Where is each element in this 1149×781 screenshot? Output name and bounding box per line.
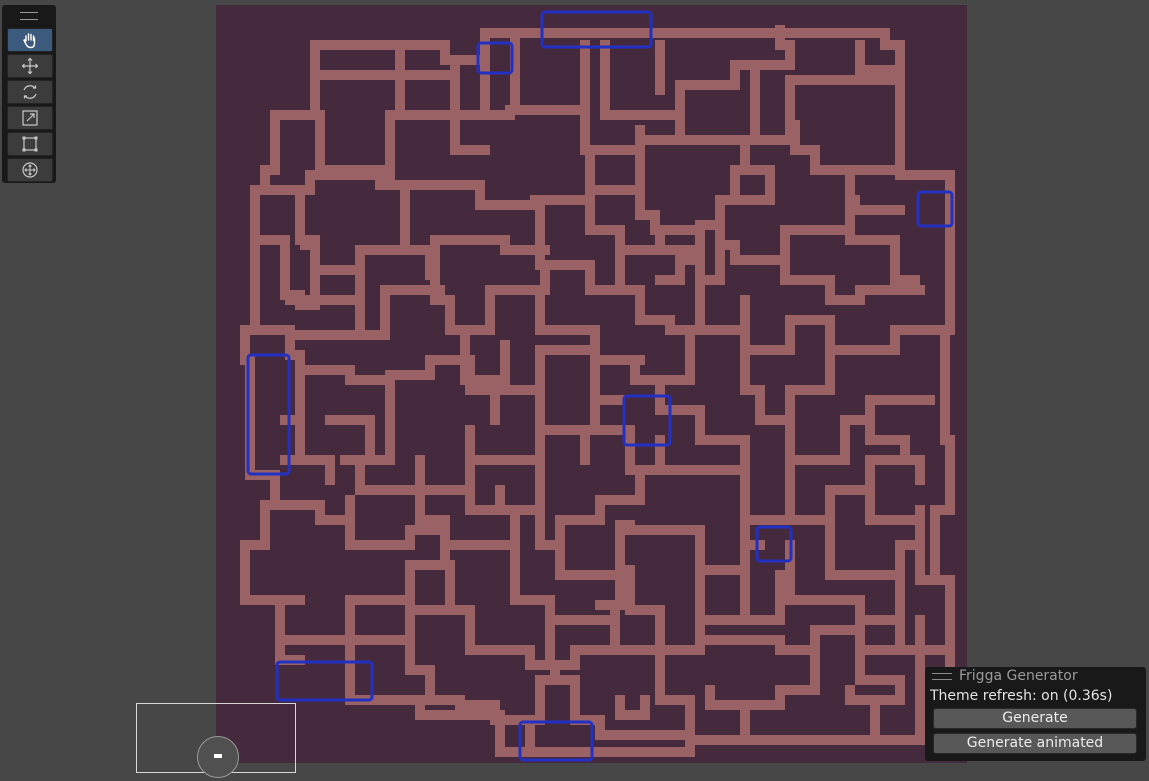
- move-arrows-icon: [21, 57, 39, 75]
- transform-gizmo-icon: [22, 162, 38, 178]
- rect-transform-icon: [22, 136, 38, 152]
- scene-view-map[interactable]: [216, 5, 967, 763]
- hand-tool-button[interactable]: [7, 28, 53, 52]
- move-tool-button[interactable]: [7, 54, 53, 78]
- rotate-tool-button[interactable]: [7, 80, 53, 104]
- camera-icon: [214, 754, 222, 758]
- scale-tool-button[interactable]: [7, 106, 53, 130]
- generate-animated-button[interactable]: Generate animated: [933, 733, 1137, 754]
- tool-palette: [2, 5, 56, 183]
- overlay-drag-handle-icon[interactable]: [932, 673, 952, 680]
- scale-icon: [22, 110, 38, 126]
- overlay-title: Frigga Generator: [959, 668, 1078, 684]
- rect-tool-button[interactable]: [7, 132, 53, 156]
- dungeon-layout: [240, 10, 955, 762]
- generator-overlay: Frigga Generator Theme refresh: on (0.36…: [925, 667, 1146, 761]
- transform-tool-button[interactable]: [7, 158, 53, 182]
- camera-gizmo-icon[interactable]: [197, 736, 239, 778]
- hand-icon: [23, 33, 36, 49]
- generate-button[interactable]: Generate: [933, 708, 1137, 729]
- drag-handle-icon[interactable]: [20, 12, 38, 20]
- rotate-icon: [23, 85, 37, 99]
- theme-refresh-status: Theme refresh: on (0.36s): [930, 688, 1113, 704]
